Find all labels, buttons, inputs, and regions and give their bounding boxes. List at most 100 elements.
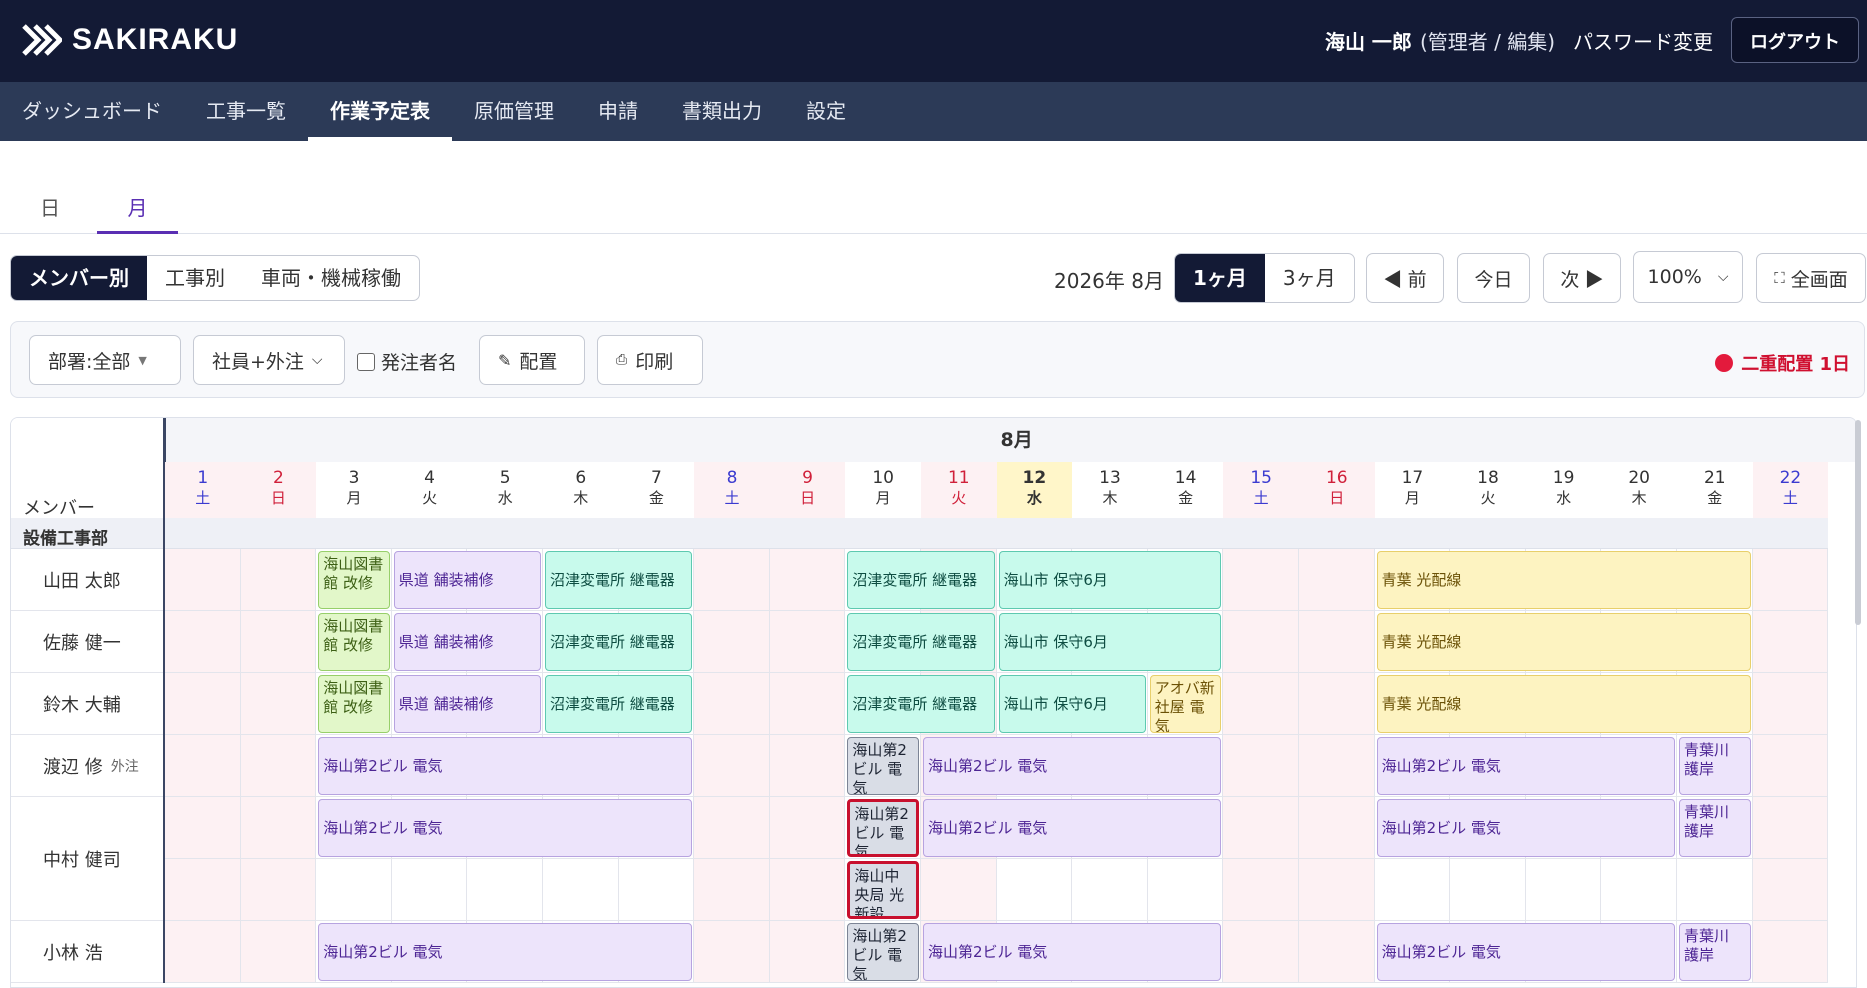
day-header[interactable]: 13 木 xyxy=(1072,462,1148,518)
nav-projects[interactable]: 工事一覧 xyxy=(184,82,308,141)
day-cell[interactable] xyxy=(1147,859,1224,921)
nav-cost[interactable]: 原価管理 xyxy=(452,82,576,141)
group-by-project[interactable]: 工事別 xyxy=(147,256,243,300)
day-cell[interactable] xyxy=(1223,673,1299,735)
member-name-cell[interactable]: 渡辺 修外注 xyxy=(11,735,165,797)
schedule-job[interactable]: 海山第2ビル 電気 xyxy=(1376,799,1675,857)
schedule-job[interactable]: 県道 舗装補修 xyxy=(393,675,541,733)
day-header[interactable]: 20 木 xyxy=(1601,462,1677,518)
day-cell[interactable] xyxy=(769,673,846,735)
schedule-job[interactable]: アオバ新社屋 電気 xyxy=(1149,675,1222,733)
next-button[interactable]: 次 ▶ xyxy=(1543,253,1621,303)
day-cell[interactable] xyxy=(1525,859,1602,921)
schedule-job[interactable]: 海山市 保守6月 xyxy=(998,613,1222,671)
day-cell[interactable] xyxy=(1752,673,1829,735)
day-cell[interactable] xyxy=(165,797,241,859)
day-cell[interactable] xyxy=(694,859,770,921)
day-cell[interactable] xyxy=(921,859,997,921)
schedule-job[interactable]: 海山第2ビル 電気 xyxy=(847,923,919,981)
nav-documents[interactable]: 書類出力 xyxy=(660,82,784,141)
day-header[interactable]: 17 月 xyxy=(1374,462,1451,518)
day-cell[interactable] xyxy=(165,673,241,735)
day-header[interactable]: 5水 xyxy=(467,462,543,518)
schedule-job[interactable]: 沼津変電所 継電器 xyxy=(847,551,995,609)
day-cell[interactable] xyxy=(996,859,1073,921)
schedule-job[interactable]: 海山第2ビル 電気 xyxy=(1376,737,1675,795)
logout-button[interactable]: ログアウト xyxy=(1731,17,1859,63)
day-cell[interactable] xyxy=(694,673,770,735)
schedule-job[interactable]: 海山第2ビル 電気 xyxy=(318,737,693,795)
nav-application[interactable]: 申請 xyxy=(576,82,660,141)
day-cell[interactable] xyxy=(240,611,317,673)
assign-button[interactable]: ✎ 配置 xyxy=(479,335,585,385)
range-3-months[interactable]: 3ヶ月 xyxy=(1265,254,1354,302)
password-change-link[interactable]: パスワード変更 xyxy=(1573,26,1713,55)
tab-day[interactable]: 日 xyxy=(10,190,90,234)
day-cell[interactable] xyxy=(316,859,392,921)
member-name-cell[interactable]: 山田 太郎 xyxy=(11,549,165,611)
schedule-job[interactable]: 県道 舗装補修 xyxy=(393,551,541,609)
day-header[interactable]: 8土 xyxy=(694,462,770,518)
prev-button[interactable]: ◀ 前 xyxy=(1366,253,1444,303)
today-button[interactable]: 今日 xyxy=(1457,253,1530,303)
fullscreen-button[interactable]: ⛶ 全画面 xyxy=(1756,253,1866,303)
day-cell[interactable] xyxy=(240,797,317,859)
day-cell[interactable] xyxy=(769,921,846,983)
day-header[interactable]: 19 水 xyxy=(1525,462,1602,518)
day-cell[interactable] xyxy=(165,735,241,797)
day-cell[interactable] xyxy=(769,859,846,921)
day-cell[interactable] xyxy=(240,859,317,921)
schedule-job[interactable]: 沼津変電所 継電器 xyxy=(847,675,995,733)
day-cell[interactable] xyxy=(694,549,770,611)
day-cell[interactable] xyxy=(694,611,770,673)
day-cell[interactable] xyxy=(1223,549,1299,611)
schedule-job[interactable]: 青葉 光配線 xyxy=(1376,613,1751,671)
day-cell[interactable] xyxy=(240,921,317,983)
day-cell[interactable] xyxy=(694,735,770,797)
day-cell[interactable] xyxy=(165,859,241,921)
staff-type-select[interactable]: 社員+外注 ⌵ xyxy=(193,335,345,385)
group-by-vehicle[interactable]: 車両・機械稼働 xyxy=(243,256,419,300)
day-header[interactable]: 10 月 xyxy=(845,462,921,518)
member-name-cell[interactable]: 佐藤 健一 xyxy=(11,611,165,673)
day-cell[interactable] xyxy=(769,797,846,859)
day-cell[interactable] xyxy=(1752,549,1829,611)
nav-settings[interactable]: 設定 xyxy=(784,82,868,141)
schedule-job[interactable]: 青葉川 護岸 xyxy=(1679,923,1751,981)
schedule-job[interactable]: 海山図書館 改修 xyxy=(318,675,390,733)
day-header[interactable]: 14 金 xyxy=(1147,462,1224,518)
day-cell[interactable] xyxy=(240,673,317,735)
day-cell[interactable] xyxy=(1299,859,1375,921)
schedule-job[interactable]: 青葉川 護岸 xyxy=(1679,799,1751,857)
day-cell[interactable] xyxy=(240,735,317,797)
day-cell[interactable] xyxy=(1752,797,1829,859)
day-cell[interactable] xyxy=(1677,859,1753,921)
day-cell[interactable] xyxy=(1223,611,1299,673)
day-header[interactable]: 12 水 xyxy=(996,462,1073,518)
nav-dashboard[interactable]: ダッシュボード xyxy=(0,82,184,141)
day-header[interactable]: 6木 xyxy=(543,462,619,518)
day-cell[interactable] xyxy=(769,611,846,673)
print-button[interactable]: ⎙ 印刷 xyxy=(597,335,703,385)
day-cell[interactable] xyxy=(1223,859,1299,921)
day-cell[interactable] xyxy=(543,859,619,921)
day-header[interactable]: 9日 xyxy=(769,462,846,518)
day-cell[interactable] xyxy=(1223,797,1299,859)
schedule-job[interactable]: 海山第2ビル 電気 xyxy=(923,737,1222,795)
day-cell[interactable] xyxy=(769,735,846,797)
day-cell[interactable] xyxy=(391,859,468,921)
day-header[interactable]: 11 火 xyxy=(921,462,997,518)
schedule-job[interactable]: 沼津変電所 継電器 xyxy=(545,675,693,733)
member-name-cell[interactable]: 中村 健司 xyxy=(11,797,165,921)
schedule-job[interactable]: 海山第2ビル 電気 xyxy=(923,799,1222,857)
day-cell[interactable] xyxy=(165,611,241,673)
schedule-job[interactable]: 海山第2ビル 電気 xyxy=(1376,923,1675,981)
day-cell[interactable] xyxy=(1072,859,1148,921)
day-header[interactable]: 1土 xyxy=(165,462,241,518)
day-cell[interactable] xyxy=(1223,921,1299,983)
schedule-job[interactable]: 青葉 光配線 xyxy=(1376,551,1751,609)
schedule-job[interactable]: 海山第2ビル 電気 xyxy=(318,799,693,857)
orderer-toggle[interactable]: 発注者名 xyxy=(357,348,457,375)
day-header[interactable]: 22 土 xyxy=(1752,462,1829,518)
day-cell[interactable] xyxy=(1374,859,1451,921)
